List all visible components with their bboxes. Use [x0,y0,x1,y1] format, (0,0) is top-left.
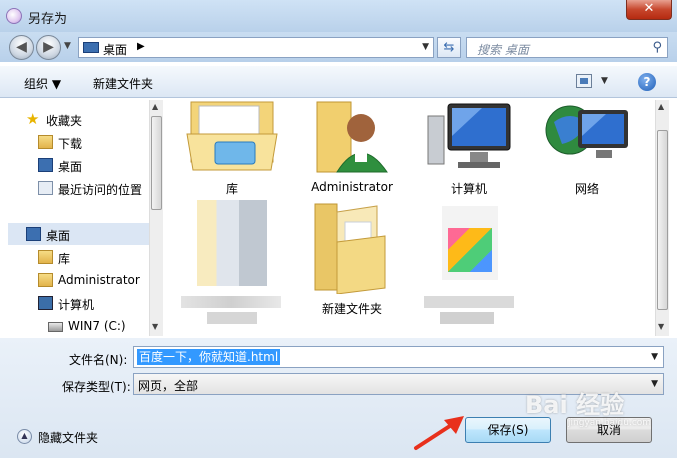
blurred-label [207,312,257,324]
baidu-watermark-logo: Bai 经验 [525,391,625,419]
file-item-library[interactable]: 库 [177,100,287,196]
save-button[interactable]: 保存(S) [465,417,551,443]
filename-value[interactable]: 百度一下，你就知道.html [137,349,281,365]
desktop-icon [83,42,99,53]
file-list: 库 Administrator 计算机 网络 新建文件夹 ▲ ▼ [167,100,669,336]
address-dropdown-icon[interactable]: ▼ [422,42,429,52]
help-button[interactable]: ? [638,73,656,91]
drive-icon [48,322,63,332]
blurred-file-item[interactable] [422,200,532,330]
filetype-dropdown-icon[interactable]: ▼ [651,379,658,389]
scroll-down-icon[interactable]: ▼ [152,322,158,331]
desktop-icon [38,158,53,172]
baidu-watermark-url: jingyan.baidu.com [568,418,652,428]
filename-label: 文件名(N): [69,353,128,367]
sidebar-item-label: 桌面 [46,229,71,243]
organize-button[interactable]: 组织 ▼ [24,75,61,92]
folder-icon [314,203,386,294]
search-icon[interactable]: ⚲ [652,40,662,55]
computer-icon [427,103,511,168]
blurred-app-icon [448,228,492,272]
sidebar-item-label: 收藏夹 [46,114,83,128]
file-item-label: 库 [225,182,238,196]
scroll-down-icon[interactable]: ▼ [658,322,664,331]
sidebar-item-label: Administrator [58,273,140,287]
blurred-label [440,312,494,324]
navigation-bar: ◀ ▶ ▼ 桌面 ▶ ▼ ⇆ 搜索 桌面 ⚲ [0,32,677,62]
refresh-button[interactable]: ⇆ [437,37,461,58]
sidebar-item-label: 计算机 [58,298,95,312]
close-button[interactable]: ✕ [626,0,672,20]
search-placeholder: 搜索 桌面 [477,43,529,57]
forward-button[interactable]: ▶ [36,35,61,60]
blurred-label [424,296,514,308]
file-item-label: 新建文件夹 [321,302,382,316]
desktop-icon [26,227,41,241]
sidebar-scrollbar[interactable]: ▲ ▼ [149,100,163,336]
filename-dropdown-icon[interactable]: ▼ [651,352,658,362]
blurred-label [181,296,281,308]
blurred-file-item[interactable] [177,200,287,330]
sidebar-item-label: 库 [58,252,71,266]
file-item-label: 网络 [574,182,599,196]
star-icon: ★ [26,110,40,128]
file-item-label: 计算机 [450,182,487,196]
collapse-icon: ▲ [17,429,32,444]
scroll-up-icon[interactable]: ▲ [152,102,158,111]
file-list-scrollbar[interactable]: ▲ ▼ [655,100,669,336]
filename-field[interactable]: 百度一下，你就知道.html ▼ [133,346,664,368]
file-item-new-folder[interactable]: 新建文件夹 [297,200,407,320]
filetype-value: 网页，全部 [138,379,199,393]
file-item-network[interactable]: 网络 [532,100,642,196]
sidebar-item-label: 下载 [58,137,83,151]
back-button[interactable]: ◀ [9,35,34,60]
command-toolbar: 组织 ▼ 新建文件夹 ▼ ? [0,66,677,98]
navigation-pane: ★ 收藏夹 下载 桌面 最近访问的位置 桌面 库 Administrator 计… [6,100,164,336]
hide-folders-label: 隐藏文件夹 [38,431,99,445]
app-icon [6,8,22,24]
computer-icon [38,296,53,310]
search-input[interactable]: 搜索 桌面 ⚲ [466,37,668,58]
address-chevron-icon[interactable]: ▶ [137,41,145,52]
library-icon [38,250,53,264]
title-bar: 另存为 ✕ [0,0,677,32]
file-item-computer[interactable]: 计算机 [414,100,524,196]
file-list-scroll-thumb[interactable] [657,130,668,310]
file-item-administrator[interactable]: Administrator [297,100,407,196]
view-options-dropdown-icon[interactable]: ▼ [601,76,608,86]
address-location[interactable]: 桌面 [103,41,127,58]
view-options-icon[interactable] [576,74,592,88]
user-folder-icon [316,101,388,173]
new-folder-button[interactable]: 新建文件夹 [93,75,153,92]
sidebar-item-label: 桌面 [58,160,83,174]
file-item-label: Administrator [311,180,393,194]
download-folder-icon [38,135,53,149]
scroll-up-icon[interactable]: ▲ [658,102,664,111]
library-folder-icon [186,101,278,171]
window-title: 另存为 [28,12,68,27]
recent-places-icon [38,181,53,195]
annotation-arrow-icon [414,416,464,450]
recent-pages-dropdown-icon[interactable]: ▼ [64,41,71,51]
user-folder-icon [38,273,53,287]
sidebar-item-label: WIN7 (C:) [68,319,126,333]
blurred-thumbnail [197,200,267,286]
filetype-label: 保存类型(T): [62,380,131,394]
address-bar[interactable]: 桌面 ▶ ▼ [78,37,434,58]
network-icon [545,105,628,158]
sidebar-item-label: 最近访问的位置 [58,183,143,197]
sidebar-scroll-thumb[interactable] [151,116,162,210]
